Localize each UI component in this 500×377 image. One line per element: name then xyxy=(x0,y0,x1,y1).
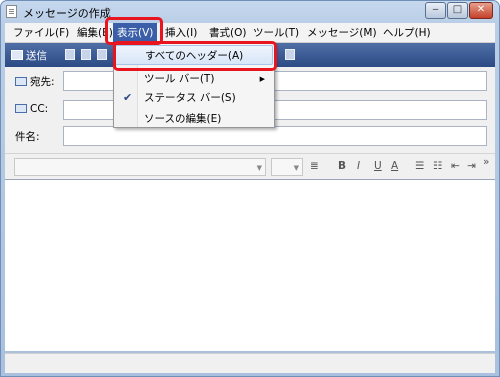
bold-button[interactable]: B xyxy=(338,160,346,172)
menu-item-label: ステータス バー(S) xyxy=(144,92,236,104)
send-label: 送信 xyxy=(26,50,47,62)
status-bar xyxy=(5,353,495,373)
cc-label-text: CC: xyxy=(30,103,49,115)
menu-insert[interactable]: 挿入(I) xyxy=(165,23,197,43)
bullet-list-icon[interactable]: ☷ xyxy=(433,160,442,172)
submenu-arrow-icon: ▶ xyxy=(259,75,265,83)
attach-icon[interactable] xyxy=(285,49,295,60)
paragraph-style-icon[interactable]: ≣ xyxy=(310,160,319,172)
format-bar: ▼ ▼ ≣ B I U A ☰ ☷ ⇤ ⇥ » xyxy=(5,153,495,179)
decrease-indent-icon[interactable]: ⇤ xyxy=(451,160,460,172)
chevron-down-icon: ▼ xyxy=(256,164,262,172)
menu-bar: ファイル(F) 編集(E) 表示(V) 挿入(I) 書式(O) ツール(T) メ… xyxy=(5,23,495,43)
numbered-list-icon[interactable]: ☰ xyxy=(415,160,424,172)
chevron-down-icon: ▼ xyxy=(293,164,299,172)
paste-icon[interactable] xyxy=(97,49,107,60)
send-button[interactable]: 送信 xyxy=(11,48,47,63)
menu-item-status-bar[interactable]: ✔ ステータス バー(S) xyxy=(115,88,273,108)
maximize-button[interactable]: □ xyxy=(447,2,468,19)
message-body[interactable] xyxy=(5,179,495,351)
send-icon xyxy=(11,50,23,60)
to-label-text: 宛先: xyxy=(30,76,55,88)
highlight-box-all-headers xyxy=(113,41,277,71)
menu-item-toolbar[interactable]: ツール バー(T) ▶ xyxy=(115,69,273,89)
font-color-button[interactable]: A xyxy=(391,160,398,172)
title-bar[interactable]: メッセージの作成 ‒ □ ✕ xyxy=(1,1,499,21)
menu-format[interactable]: 書式(O) xyxy=(209,23,246,43)
menu-tools[interactable]: ツール(T) xyxy=(253,23,299,43)
document-icon xyxy=(6,5,17,18)
window-title: メッセージの作成 xyxy=(23,7,111,20)
underline-button[interactable]: U xyxy=(374,160,382,172)
font-select[interactable]: ▼ xyxy=(14,158,266,176)
menu-message[interactable]: メッセージ(M) xyxy=(307,23,377,43)
menu-file[interactable]: ファイル(F) xyxy=(13,23,69,43)
font-size-select[interactable]: ▼ xyxy=(271,158,303,176)
cc-label[interactable]: CC: xyxy=(15,103,48,115)
menu-item-edit-source[interactable]: ソースの編集(E) xyxy=(115,109,273,129)
cut-icon[interactable] xyxy=(65,49,75,60)
compose-window: メッセージの作成 ‒ □ ✕ ファイル(F) 編集(E) 表示(V) 挿入(I)… xyxy=(0,0,500,377)
address-book-icon xyxy=(15,77,27,86)
checkmark-icon: ✔ xyxy=(123,91,133,104)
close-button[interactable]: ✕ xyxy=(469,2,493,19)
subject-label: 件名: xyxy=(15,131,40,143)
minimize-button[interactable]: ‒ xyxy=(425,2,446,19)
italic-button[interactable]: I xyxy=(357,160,360,172)
increase-indent-icon[interactable]: ⇥ xyxy=(467,160,476,172)
menu-item-label: ツール バー(T) xyxy=(144,73,215,85)
copy-icon[interactable] xyxy=(81,49,91,60)
more-options-icon[interactable]: » xyxy=(483,156,489,168)
subject-field[interactable] xyxy=(63,126,487,146)
to-label[interactable]: 宛先: xyxy=(15,74,55,89)
menu-help[interactable]: ヘルプ(H) xyxy=(383,23,431,43)
menu-item-label: ソースの編集(E) xyxy=(144,113,222,125)
address-book-icon xyxy=(15,104,27,113)
